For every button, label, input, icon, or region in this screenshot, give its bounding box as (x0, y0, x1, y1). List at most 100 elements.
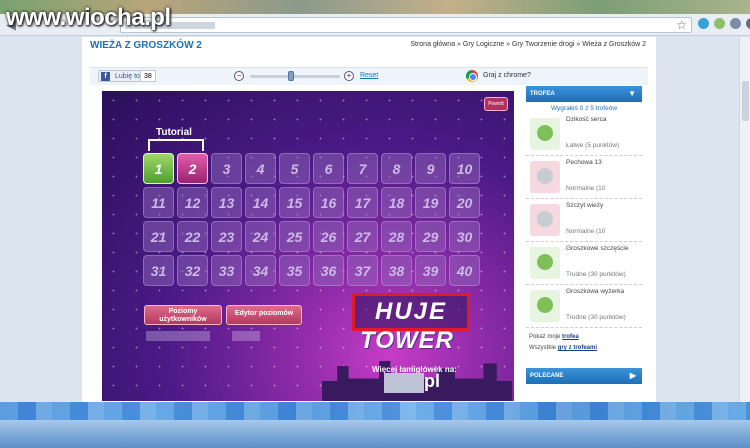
level-tile[interactable]: 34 (245, 255, 276, 286)
level-tile[interactable]: 36 (313, 255, 344, 286)
page-content: WIEŻA Z GROSZKÓW 2 Strona główna » Gry L… (82, 37, 656, 402)
blurred-domain (384, 373, 424, 393)
taskbar-pixelated (0, 402, 750, 420)
zoom-in-icon[interactable]: + (344, 71, 354, 81)
level-tile[interactable]: 6 (313, 153, 344, 184)
trophies-header[interactable]: TROFEA ▼ (526, 86, 642, 102)
trophy-name: Groszkowa wyżerka (566, 288, 625, 295)
bookmark-star-icon[interactable]: ☆ (676, 18, 687, 32)
level-tile[interactable]: 38 (381, 255, 412, 286)
level-tile[interactable]: 2 (177, 153, 208, 184)
level-editor-button[interactable]: Edytor poziomów (226, 305, 302, 325)
game-canvas[interactable]: Powrót Tutorial 1 2 3 4 5 6 7 8 9 10 11 12 13 14 15 16 1… (102, 91, 514, 401)
zoom-reset-link[interactable]: Reset (360, 72, 378, 79)
level-tile[interactable]: 32 (177, 255, 208, 286)
level-tile[interactable]: 24 (245, 221, 276, 252)
level-tile[interactable]: 37 (347, 255, 378, 286)
level-tile[interactable]: 13 (211, 187, 242, 218)
trophy-item[interactable]: Pechowa 13 Normalne (10 (526, 156, 642, 199)
page-scrollbar[interactable] (739, 37, 750, 402)
sidebar-footer: Pokaż moje trofea Wszystkie gry z trofea… (526, 328, 642, 354)
extension-leaf-icon[interactable] (714, 18, 725, 29)
game-back-button[interactable]: Powrót (484, 97, 508, 111)
level-tile[interactable]: 40 (449, 255, 480, 286)
trophy-summary: Wygrałeś 0 z 5 trofeów (550, 105, 618, 112)
page-title: WIEŻA Z GROSZKÓW 2 (90, 40, 202, 51)
url-field[interactable]: ☆ (120, 17, 692, 33)
level-tile[interactable]: 22 (177, 221, 208, 252)
level-tile[interactable]: 25 (279, 221, 310, 252)
level-tile[interactable]: 28 (381, 221, 412, 252)
breadcrumb[interactable]: Strona główna » Gry Logiczne » Gry Tworz… (410, 41, 646, 48)
level-tile[interactable]: 3 (211, 153, 242, 184)
level-tile[interactable]: 21 (143, 221, 174, 252)
recommended-header[interactable]: POLECANE ▶ (526, 368, 642, 384)
level-tile[interactable]: 4 (245, 153, 276, 184)
trophy-difficulty: Trudne (30 punktów) (566, 314, 626, 321)
chevron-down-icon[interactable]: ▼ (628, 86, 636, 102)
level-tile[interactable]: 20 (449, 187, 480, 218)
zoom-out-icon[interactable]: − (234, 71, 244, 81)
level-tile[interactable]: 14 (245, 187, 276, 218)
level-tile[interactable]: 8 (381, 153, 412, 184)
level-tile[interactable]: 18 (381, 187, 412, 218)
level-tile[interactable]: 5 (279, 153, 310, 184)
all-games-prefix: Wszystkie (529, 345, 556, 351)
level-tile[interactable]: 17 (347, 187, 378, 218)
trophy-games-link[interactable]: gry z trofeami (558, 345, 597, 351)
trophies-panel: TROFEA ▼ Wygrałeś 0 z 5 trofeów Dzikość … (526, 86, 642, 388)
trophy-icon (530, 161, 560, 193)
trophy-icon (530, 290, 560, 322)
level-tile[interactable]: 23 (211, 221, 242, 252)
scrollbar-thumb[interactable] (742, 81, 749, 121)
blurred-text (232, 331, 260, 341)
level-tile[interactable]: 10 (449, 153, 480, 184)
level-tile[interactable]: 11 (143, 187, 174, 218)
level-tile[interactable]: 7 (347, 153, 378, 184)
game-toolbar: f Lubię to! 38 − + Reset Graj z chrome? (90, 67, 648, 85)
my-trophies-link[interactable]: trofea (562, 334, 579, 340)
more-games-domain[interactable]: pl (424, 371, 440, 392)
trophy-item[interactable]: Szczyt wieży Normalne (10 (526, 199, 642, 242)
level-tile[interactable]: 9 (415, 153, 446, 184)
level-tile[interactable]: 29 (415, 221, 446, 252)
site-watermark: www.wiocha.pl (6, 4, 171, 31)
user-levels-button[interactable]: Poziomy użytkowników (144, 305, 222, 325)
level-tile[interactable]: 12 (177, 187, 208, 218)
chrome-link[interactable]: Graj z chrome? (483, 72, 531, 79)
level-tile[interactable]: 33 (211, 255, 242, 286)
level-tile[interactable]: 35 (279, 255, 310, 286)
taskbar (0, 402, 750, 448)
chrome-icon[interactable] (466, 70, 478, 82)
level-tile[interactable]: 39 (415, 255, 446, 286)
trophy-item[interactable]: Groszkowa wyżerka Trudne (30 punktów) (526, 285, 642, 328)
wrench-icon[interactable] (746, 18, 750, 29)
level-tile[interactable]: 30 (449, 221, 480, 252)
game-logo-bottom: TOWER (360, 327, 454, 354)
trophy-difficulty: Trudne (30 punktów) (566, 271, 626, 278)
trophy-item[interactable]: Dzikość serca Łatwe (5 punktów) (526, 113, 642, 156)
facebook-icon: f (101, 72, 110, 81)
trophy-item[interactable]: Groszkowe szczęście Trudne (30 punktów) (526, 242, 642, 285)
extension-icons (698, 18, 750, 29)
level-tile[interactable]: 27 (347, 221, 378, 252)
chevron-right-icon[interactable]: ▶ (630, 368, 636, 384)
level-tile[interactable]: 1 (143, 153, 174, 184)
level-tile[interactable]: 31 (143, 255, 174, 286)
taskbar-bottom (0, 420, 750, 448)
trophy-icon (530, 247, 560, 279)
level-tile[interactable]: 19 (415, 187, 446, 218)
trophy-difficulty: Normalne (10 (566, 228, 606, 235)
trophy-difficulty: Normalne (10 (566, 185, 606, 192)
level-tile[interactable]: 15 (279, 187, 310, 218)
zoom-slider-thumb[interactable] (287, 71, 294, 81)
level-tile[interactable]: 26 (313, 221, 344, 252)
extension-gear-icon[interactable] (730, 18, 741, 29)
level-grid: 1 2 3 4 5 6 7 8 9 10 11 12 13 14 15 16 17 18 19 20 21 22 23 24 2… (143, 153, 480, 286)
trophy-list: Dzikość serca Łatwe (5 punktów) Pechowa 13… (526, 113, 642, 328)
level-tile[interactable]: 16 (313, 187, 344, 218)
extension-globe-icon[interactable] (698, 18, 709, 29)
trophy-difficulty: Łatwe (5 punktów) (566, 142, 620, 149)
trophy-icon (530, 204, 560, 236)
zoom-slider[interactable] (250, 71, 340, 81)
